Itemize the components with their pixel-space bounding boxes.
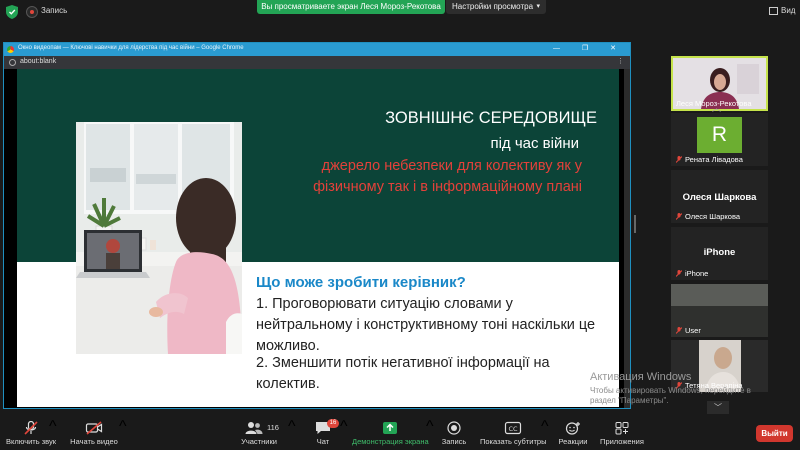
share-screen-label: Демонстрация экрана <box>352 437 429 446</box>
mic-muted-icon <box>676 270 682 277</box>
apps-button[interactable]: Приложения <box>598 418 646 450</box>
start-video-label: Начать видео <box>70 437 118 446</box>
slide-point-2: 2. Зменшити потік негативної інформації … <box>256 355 550 392</box>
slide-point-1: 1. Проговорювати ситуацію словами у нейт… <box>256 296 596 354</box>
chevron-up-icon[interactable]: ^ <box>340 418 348 450</box>
slide-photo-woman-laptop <box>76 122 242 354</box>
svg-text:CC: CC <box>508 425 518 433</box>
record-label: Запись <box>441 437 467 446</box>
participant-name: Олеся Шаркова <box>685 212 741 221</box>
subtitles-label: Показать субтитры <box>480 437 547 446</box>
shield-icon[interactable] <box>6 5 18 19</box>
browser-titlebar: Окно видеопам — Ключові навички для ліде… <box>4 43 630 56</box>
photo-illustration <box>76 122 242 354</box>
slide-red-line-1: джерело небезпеки для колективу як у <box>321 158 582 174</box>
slide-red-line-2: фізичному так і в інформаційному плані <box>313 179 582 195</box>
slide-subtitle: під час війни <box>490 135 579 152</box>
leave-meeting-button[interactable]: Выйти <box>756 425 793 442</box>
more-menu-icon: ⋮ <box>617 58 624 65</box>
view-button[interactable]: Вид <box>781 6 795 15</box>
windows-activation-text: Чтобы активировать Windows, перейдите в … <box>590 386 751 405</box>
closed-captions-icon: CC <box>504 421 522 435</box>
view-grid-icon[interactable] <box>769 7 778 15</box>
share-screen-icon <box>383 422 397 434</box>
meeting-toolbar: Включить звук ^ Начать видео ^ Участники… <box>0 418 800 450</box>
participant-tile[interactable]: Олеся Шаркова Олеся Шаркова <box>671 170 768 223</box>
sharing-banner: Вы просматриваете экран Леся Мороз-Рекот… <box>257 0 445 14</box>
address-bar: about:blank ⋮ <box>4 56 630 69</box>
window-controls: — ❐ ✕ <box>552 45 626 52</box>
reactions-label: Реакции <box>558 437 588 446</box>
participant-tile[interactable]: R Рената Лівадова <box>671 113 768 166</box>
browser-scrollbar <box>624 69 630 408</box>
participants-icon <box>245 422 263 434</box>
avatar: R <box>697 117 742 153</box>
chevron-up-icon[interactable]: ^ <box>426 418 434 450</box>
participant-big-name: Олеся Шаркова <box>682 192 757 203</box>
share-screen-button[interactable]: Демонстрация экрана <box>352 418 429 450</box>
view-settings-label: Настройки просмотра <box>452 2 534 11</box>
chevron-down-icon: ▾ <box>536 3 540 10</box>
chrome-logo-icon <box>7 46 14 53</box>
apps-icon <box>615 422 629 435</box>
record-button[interactable]: Запись <box>436 418 472 450</box>
address-text: about:blank <box>20 58 57 65</box>
recording-label: Запись <box>41 6 68 15</box>
zoom-meeting-window: Запись Вы просматриваете экран Леся Моро… <box>0 0 800 450</box>
chevron-up-icon[interactable]: ^ <box>119 418 127 450</box>
participant-name: User <box>685 326 701 335</box>
participant-name: iPhone <box>685 269 709 278</box>
mic-muted-icon <box>676 156 682 163</box>
video-off-icon <box>85 421 103 435</box>
split-divider-handle[interactable] <box>634 215 636 233</box>
windows-activation-title: Активация Windows <box>590 371 692 383</box>
chat-label: Чат <box>316 437 330 446</box>
top-bar: Запись Вы просматриваете экран Леся Моро… <box>0 0 800 24</box>
chevron-up-icon[interactable]: ^ <box>49 418 57 450</box>
participants-label: Участники <box>241 437 277 446</box>
info-icon <box>9 59 16 66</box>
view-settings-button[interactable]: Настройки просмотра ▾ <box>446 0 546 14</box>
presentation-slide: ЗОВНІШНЄ СЕРЕДОВИЩЕ під час війни джерел… <box>17 69 619 407</box>
participants-count: 116 <box>267 423 279 432</box>
slide-title: ЗОВНІШНЄ СЕРЕДОВИЩЕ <box>385 109 597 127</box>
participant-name: Рената Лівадова <box>685 155 743 164</box>
chevron-up-icon[interactable]: ^ <box>288 418 296 450</box>
participant-tile[interactable]: Тетяна Верапіна <box>671 340 768 392</box>
chevron-up-icon[interactable]: ^ <box>541 418 549 450</box>
participant-tile[interactable]: User <box>671 284 768 337</box>
chat-unread-badge: 16 <box>327 419 339 428</box>
slide-red-text: джерело небезпеки для колективу як у фіз… <box>257 156 582 198</box>
mic-muted-icon <box>676 327 682 334</box>
apps-label: Приложения <box>600 437 644 446</box>
subtitles-button[interactable]: CC Показать субтитры <box>480 418 546 450</box>
browser-title: Окно видеопам — Ключові навички для ліде… <box>18 45 244 51</box>
participant-big-name: iPhone <box>703 247 736 258</box>
mic-muted-icon <box>24 421 38 435</box>
slide-question: Що може зробити керівник? <box>256 274 466 291</box>
mic-muted-icon <box>676 213 682 220</box>
record-icon <box>447 421 461 435</box>
reactions-button[interactable]: Реакции <box>556 418 590 450</box>
participant-tile[interactable]: iPhone iPhone <box>671 227 768 280</box>
record-indicator-icon <box>26 6 38 18</box>
reactions-icon <box>565 422 580 435</box>
start-video-button[interactable]: Начать видео <box>68 418 120 450</box>
